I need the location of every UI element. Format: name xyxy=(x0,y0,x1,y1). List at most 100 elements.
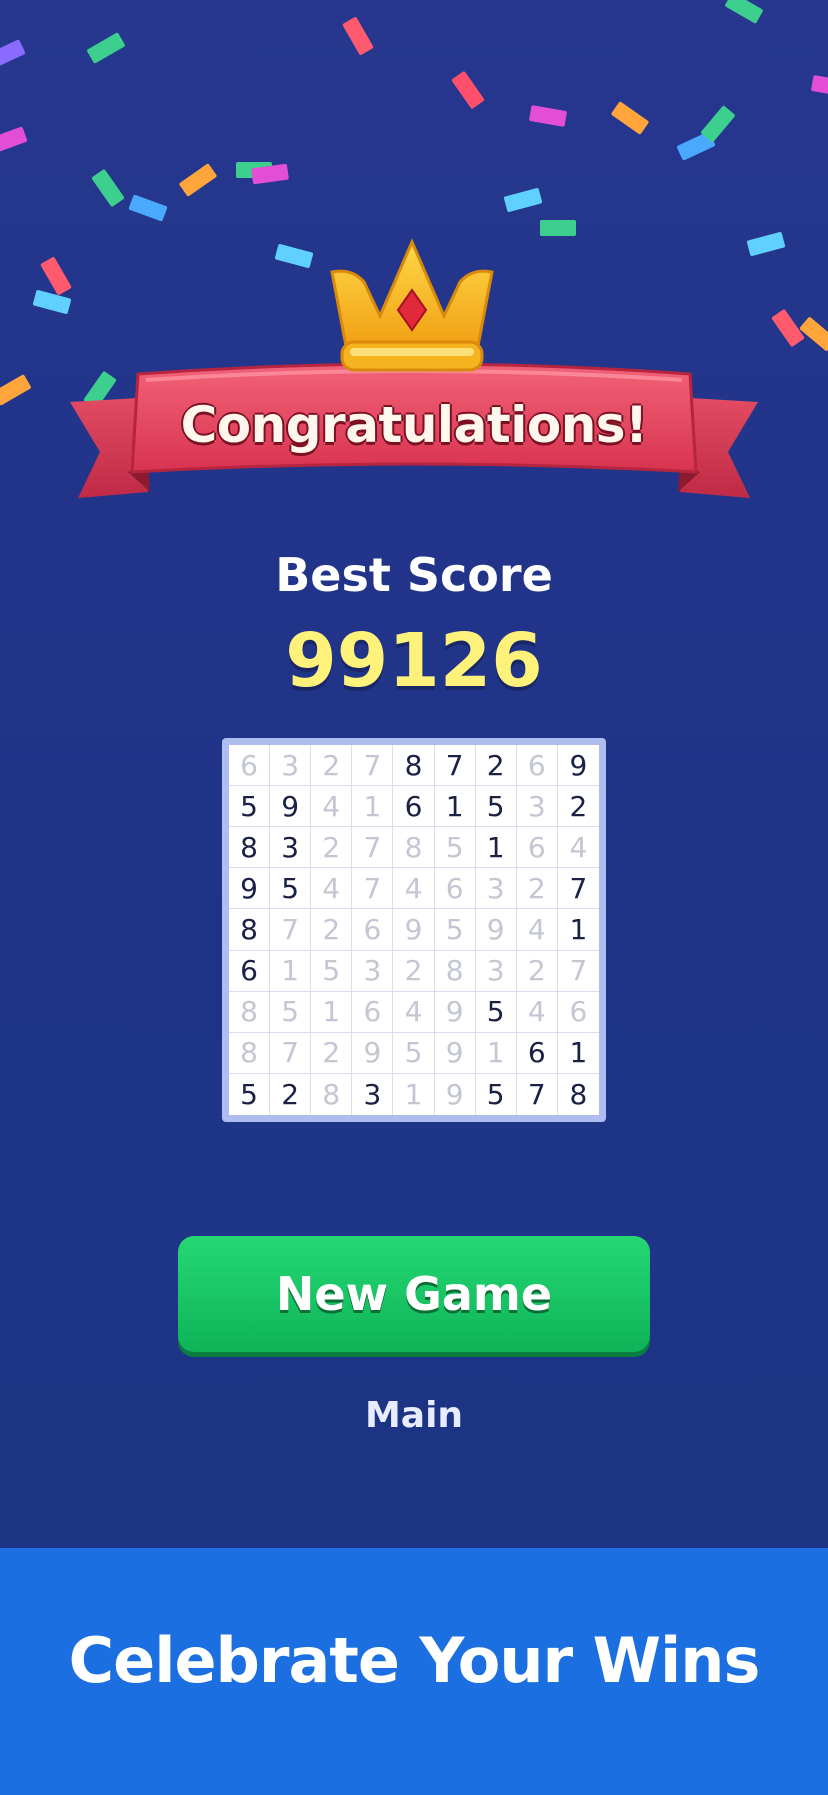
sudoku-cell: 8 xyxy=(229,1032,271,1074)
sudoku-grid: 6327872695941615328327851649547463278726… xyxy=(229,745,599,1115)
sudoku-cell: 2 xyxy=(475,745,517,787)
confetti-piece xyxy=(451,70,485,110)
confetti-piece xyxy=(40,256,72,296)
main-menu-link[interactable]: Main xyxy=(0,1395,828,1436)
sudoku-cell: 9 xyxy=(475,909,517,951)
sudoku-cell: 5 xyxy=(229,1073,271,1115)
sudoku-cell: 5 xyxy=(475,786,517,828)
sudoku-cell: 4 xyxy=(393,991,435,1033)
sudoku-cell: 4 xyxy=(311,786,353,828)
sudoku-cell: 5 xyxy=(270,868,312,910)
sudoku-cell: 2 xyxy=(516,868,558,910)
sudoku-cell: 5 xyxy=(434,827,476,869)
sudoku-cell: 6 xyxy=(229,950,271,992)
sudoku-cell: 5 xyxy=(434,909,476,951)
sudoku-cell: 6 xyxy=(352,909,394,951)
sudoku-cell: 8 xyxy=(569,1077,588,1111)
sudoku-cell: 6 xyxy=(557,992,599,1033)
sudoku-cell: 2 xyxy=(311,909,353,951)
sudoku-cell: 1 xyxy=(475,827,517,869)
results-screen: Congratulations! Best Score 99126 632787… xyxy=(0,0,828,1548)
best-score-value: 99126 xyxy=(285,618,543,704)
confetti-piece xyxy=(0,126,28,154)
sudoku-cell: 7 xyxy=(517,1073,558,1115)
sudoku-cell: 9 xyxy=(434,1032,476,1074)
sudoku-cell: 8 xyxy=(311,1073,353,1115)
sudoku-cell: 4 xyxy=(516,991,558,1033)
sudoku-cell: 5 xyxy=(393,1032,435,1074)
sudoku-cell: 7 xyxy=(557,868,599,910)
sudoku-cell: 1 xyxy=(557,909,599,951)
sudoku-cell: 1 xyxy=(311,991,353,1033)
confetti-piece xyxy=(610,101,650,135)
sudoku-cell: 2 xyxy=(270,1073,312,1115)
sudoku-cell: 6 xyxy=(434,868,476,910)
sudoku-cell: 6 xyxy=(516,745,558,787)
congratulations-title: Congratulations! xyxy=(180,396,648,454)
sudoku-cell: 6 xyxy=(352,991,394,1033)
sudoku-cell: 3 xyxy=(352,950,394,992)
sudoku-cell: 5 xyxy=(229,786,271,828)
sudoku-cell: 3 xyxy=(475,868,517,910)
promo-banner-text: Celebrate Your Wins xyxy=(68,1624,761,1697)
sudoku-cell: 1 xyxy=(270,950,312,992)
sudoku-cell: 9 xyxy=(270,786,312,828)
sudoku-cell: 9 xyxy=(229,868,271,910)
confetti-piece xyxy=(0,374,32,406)
confetti-piece xyxy=(724,0,764,24)
sudoku-cell: 5 xyxy=(311,950,353,992)
sudoku-cell: 9 xyxy=(393,909,435,951)
sudoku-cell: 6 xyxy=(516,1032,558,1074)
sudoku-cell: 7 xyxy=(434,745,476,787)
sudoku-cell: 7 xyxy=(352,868,394,910)
sudoku-cell: 2 xyxy=(311,745,353,787)
sudoku-cell: 1 xyxy=(557,1033,599,1074)
confetti-piece xyxy=(91,168,125,208)
sudoku-cell: 2 xyxy=(311,827,353,869)
confetti-piece xyxy=(528,104,568,128)
sudoku-cell: 3 xyxy=(475,950,517,992)
sudoku-cell: 7 xyxy=(270,1032,312,1074)
sudoku-cell: 3 xyxy=(270,827,312,869)
sudoku-cell: 8 xyxy=(393,827,435,869)
promo-banner: Celebrate Your Wins xyxy=(0,1548,828,1795)
sudoku-cell: 9 xyxy=(557,745,599,787)
confetti-piece xyxy=(274,243,314,269)
sudoku-cell: 8 xyxy=(393,745,435,787)
sudoku-board: 6327872695941615328327851649547463278726… xyxy=(222,738,606,1122)
sudoku-cell: 8 xyxy=(229,991,271,1033)
sudoku-cell: 7 xyxy=(557,951,599,992)
sudoku-cell: 3 xyxy=(270,745,312,787)
sudoku-cell: 7 xyxy=(270,909,312,951)
sudoku-cell: 6 xyxy=(393,786,435,828)
new-game-button[interactable]: New Game xyxy=(178,1236,650,1352)
sudoku-cell: 4 xyxy=(393,868,435,910)
sudoku-cell: 8 xyxy=(229,827,271,869)
sudoku-cell: 9 xyxy=(435,1073,476,1115)
sudoku-cell: 7 xyxy=(352,745,394,787)
sudoku-cell: 5 xyxy=(476,1073,517,1115)
sudoku-cell: 2 xyxy=(557,786,599,828)
sudoku-cell: 3 xyxy=(352,1073,394,1115)
confetti-piece xyxy=(128,194,168,222)
confetti-piece xyxy=(540,220,576,236)
confetti-piece xyxy=(700,105,736,143)
sudoku-cell: 5 xyxy=(270,991,312,1033)
best-score-label: Best Score xyxy=(275,548,553,602)
confetti-piece xyxy=(342,16,374,56)
confetti-piece xyxy=(178,163,218,197)
confetti-piece xyxy=(799,316,828,352)
sudoku-cell: 2 xyxy=(393,950,435,992)
confetti-piece xyxy=(86,32,126,64)
sudoku-cell: 4 xyxy=(311,868,353,910)
confetti-piece xyxy=(0,39,26,69)
sudoku-cell: 3 xyxy=(516,786,558,828)
sudoku-cell: 2 xyxy=(516,950,558,992)
sudoku-cell: 6 xyxy=(229,745,271,787)
sudoku-cell: 9 xyxy=(434,991,476,1033)
sudoku-cell: 8 xyxy=(229,909,271,951)
sudoku-cell: 4 xyxy=(516,909,558,951)
sudoku-cell: 1 xyxy=(475,1032,517,1074)
sudoku-cell: 8 xyxy=(434,950,476,992)
sudoku-cell: 1 xyxy=(434,786,476,828)
